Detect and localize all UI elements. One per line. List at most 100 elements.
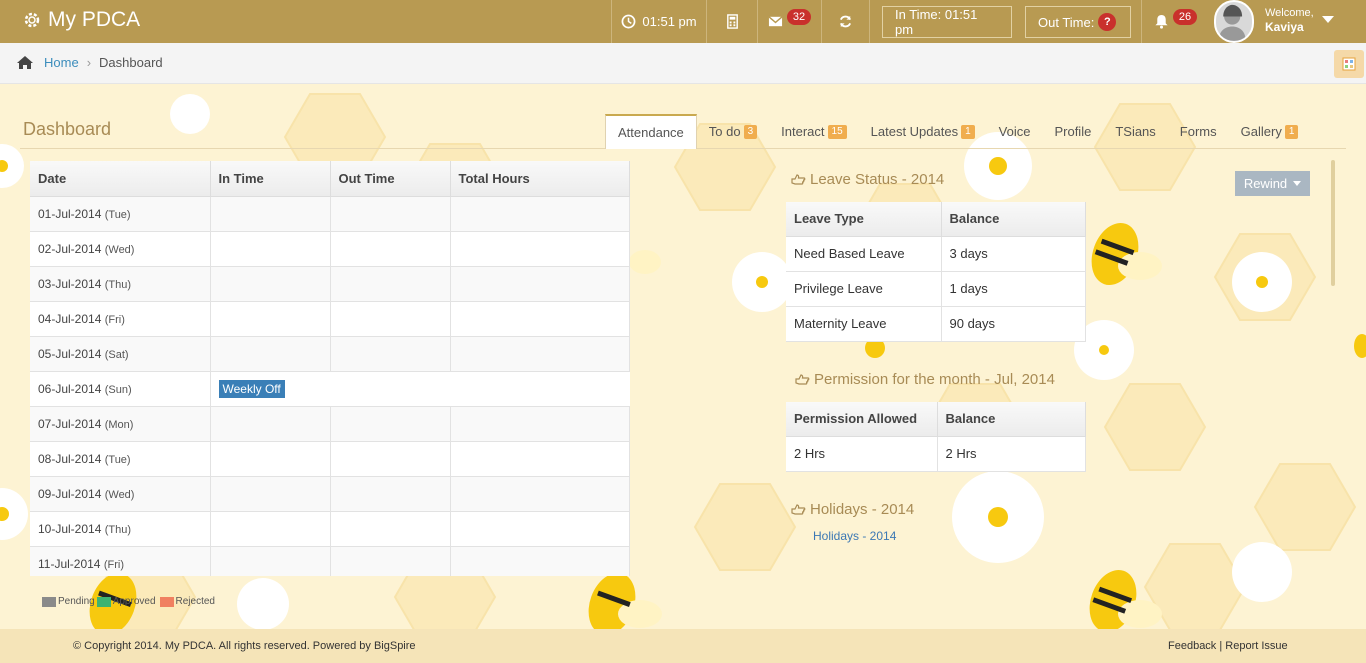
feedback-link[interactable]: Feedback [1168,640,1216,652]
envelope-icon [768,16,783,27]
tab-label: Profile [1054,124,1092,139]
table-row: 2 Hrs 2 Hrs [786,436,1086,472]
table-row: Privilege Leave 1 days [786,271,1086,307]
total-hours-cell [450,476,630,512]
in-time-cell [210,441,331,477]
tab-badge: 1 [1284,124,1299,139]
date-cell: 02-Jul-2014 (Wed) [30,231,211,267]
out-time-cell [330,441,451,477]
calculator-button[interactable] [706,0,757,43]
out-time-cell [330,406,451,442]
leave-status-heading: Leave Status - 2014 [791,171,944,188]
rewind-button[interactable]: Rewind [1235,171,1310,196]
column-header-date: Date [30,161,211,197]
home-icon[interactable] [16,55,34,70]
date-text: 03-Jul-2014 [38,276,102,291]
out-time-cell [330,511,451,547]
table-row: 08-Jul-2014 (Tue) [30,441,630,477]
report-issue-link[interactable]: Report Issue [1225,640,1287,652]
in-time-cell [210,546,331,576]
tab-tsians[interactable]: TSians [1103,114,1167,149]
refresh-icon [839,15,852,28]
date-text: 10-Jul-2014 [38,521,102,536]
out-time-badge: ? [1098,13,1117,31]
table-row: 05-Jul-2014 (Sat) [30,336,630,372]
leave-status-table: Leave Type Balance Need Based Leave 3 day… [786,202,1086,342]
page-title: Dashboard [23,119,112,139]
total-hours-cell [450,406,630,442]
user-avatar-icon [1218,4,1246,41]
tab-interact[interactable]: Interact 15 [769,114,858,149]
day-text: (Fri) [104,313,125,326]
balance-cell: 2 Hrs [937,436,1086,472]
out-time-cell [330,476,451,512]
theme-grid-button[interactable] [1334,50,1364,78]
legend-rejected: Rejected [175,596,215,607]
top-navbar: My PDCA 01:51 pm 32 In Time: 01:51 pm Ou… [0,0,1366,43]
user-name: Kaviya [1265,20,1304,34]
leave-type-cell: Privilege Leave [786,271,942,307]
column-header-balance: Balance [937,402,1086,437]
footer: © Copyright 2014. My PDCA. All rights re… [0,629,1366,663]
table-row: 10-Jul-2014 (Thu) [30,511,630,547]
holidays-link[interactable]: Holidays - 2014 [813,529,896,543]
date-text: 11-Jul-2014 [38,556,101,571]
date-cell: 05-Jul-2014 (Sat) [30,336,211,372]
user-menu[interactable]: Welcome, Kaviya [1265,6,1314,35]
refresh-button[interactable] [821,0,870,43]
tab-voice[interactable]: Voice [987,114,1043,149]
table-row: 04-Jul-2014 (Fri) [30,301,630,337]
out-time-cell [330,546,451,576]
mail-button[interactable]: 32 [757,0,821,43]
tab-latest-updates[interactable]: Latest Updates 1 [859,114,987,149]
in-time-cell [210,266,331,302]
column-header-total-hours: Total Hours [450,161,630,197]
in-time-label: In Time: 01:51 pm [895,7,978,37]
total-hours-cell [450,441,630,477]
date-cell: 01-Jul-2014 (Tue) [30,196,211,232]
permission-title: Permission for the month - Jul, 2014 [814,371,1055,388]
notifications-button[interactable]: 26 [1141,0,1209,43]
attendance-table: Date In Time Out Time Total Hours 01-Jul… [30,161,630,576]
breadcrumb-current: Dashboard [99,55,163,70]
tab-forms[interactable]: Forms [1168,114,1229,149]
tab-gallery[interactable]: Gallery 1 [1229,114,1311,149]
day-text: (Sat) [104,348,129,361]
user-menu-caret-icon[interactable] [1322,16,1334,23]
in-time-box: In Time: 01:51 pm [882,6,1012,38]
pending-swatch [42,596,56,607]
hand-pointer-icon [795,374,810,385]
approved-swatch [96,596,111,607]
tab-badge: 15 [827,124,847,139]
brand[interactable]: My PDCA [22,8,140,32]
gear-icon [24,12,40,28]
in-time-cell [210,196,331,232]
calculator-icon [726,14,738,29]
breadcrumb-home-link[interactable]: Home [44,55,79,70]
rewind-caret-icon [1293,181,1302,186]
table-row: Need Based Leave 3 days [786,236,1086,272]
out-time-box: Out Time: ? [1025,6,1131,38]
date-text: 05-Jul-2014 [38,346,102,361]
scrollbar[interactable] [1331,160,1335,286]
grid-icon [1342,57,1356,71]
dashboard-tabs: Attendance To do 3 Interact 15 Latest Upda… [605,114,1310,149]
tab-to-do[interactable]: To do 3 [697,114,769,149]
table-row: 07-Jul-2014 (Mon) [30,406,630,442]
breadcrumb-bar: Home › Dashboard [0,43,1366,84]
tab-profile[interactable]: Profile [1042,114,1103,149]
column-header-balance: Balance [941,202,1086,237]
avatar[interactable] [1214,0,1254,43]
welcome-label: Welcome, [1265,7,1314,19]
total-hours-cell [450,546,630,576]
tab-badge: 1 [961,124,975,139]
legend-pending: Pending [58,596,95,607]
rejected-swatch [159,596,174,607]
table-row: 06-Jul-2014 (Sun) Weekly Off [30,371,630,407]
table-row: 02-Jul-2014 (Wed) [30,231,630,267]
tab-label: TSians [1115,124,1156,139]
day-text: (Tue) [104,208,131,221]
tab-attendance[interactable]: Attendance [605,114,697,149]
rewind-label: Rewind [1243,176,1288,191]
tab-label: Voice [998,124,1031,139]
